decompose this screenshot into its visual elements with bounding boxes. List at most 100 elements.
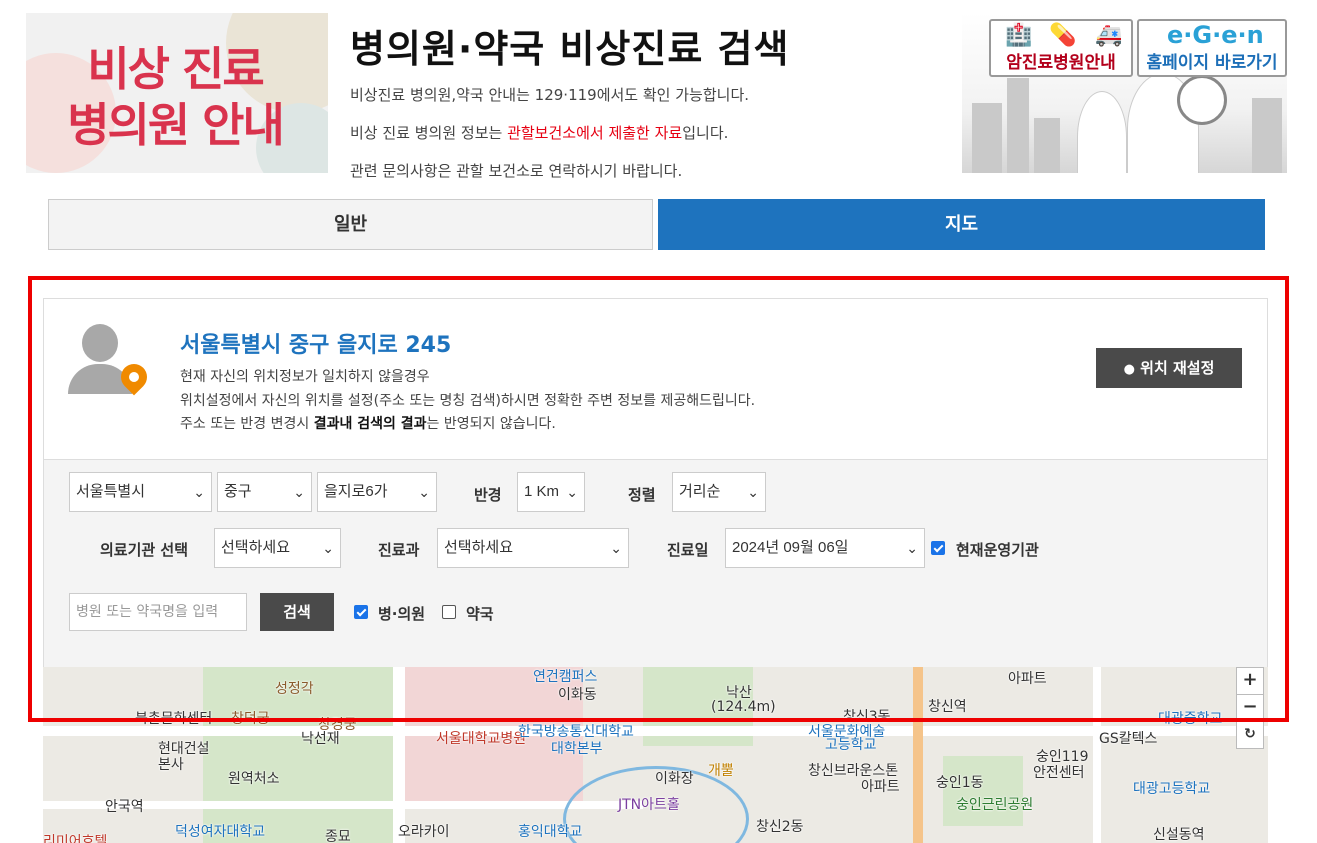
chevron-down-icon: ⌄ xyxy=(322,540,334,556)
operating-label: 현재운영기관 xyxy=(956,541,1039,559)
banner-text: 비상 진료 병의원 안내 xyxy=(67,42,285,152)
reset-location-label: 위치 재설정 xyxy=(1140,359,1215,377)
district-value: 중구 xyxy=(224,483,252,500)
institution-value: 선택하세요 xyxy=(221,539,291,556)
map-label: 오라카이 xyxy=(398,824,450,840)
chevron-down-icon: ⌄ xyxy=(193,484,205,500)
city-select[interactable]: 서울특별시 ⌄ xyxy=(69,472,212,512)
map-label: 덕성여자대학교 xyxy=(175,824,266,840)
map-label: 고등학교 xyxy=(825,737,877,753)
city-value: 서울특별시 xyxy=(76,483,146,500)
ambulance-icon: 🚑 xyxy=(1095,23,1123,48)
cancer-hospital-label: 암진료병원안내 xyxy=(1006,53,1116,73)
search-input[interactable] xyxy=(69,593,247,631)
chevron-down-icon: ⌄ xyxy=(566,484,578,500)
zoom-out-button[interactable]: − xyxy=(1236,694,1264,722)
page-title: 병의원·약국 비상진료 검색 xyxy=(350,27,790,71)
radius-value: 1 Km xyxy=(524,483,560,500)
chevron-down-icon: ⌄ xyxy=(747,484,759,500)
department-select[interactable]: 선택하세요 ⌄ xyxy=(437,528,629,568)
map-road xyxy=(43,726,1268,736)
building-shape xyxy=(1252,98,1282,173)
map-label: 서울대학교병원 xyxy=(436,731,527,747)
map-label: 홍익대학교 xyxy=(518,824,583,840)
map-label: 신설동역 xyxy=(1153,827,1205,843)
map-label: 원역처소 xyxy=(228,771,280,787)
map-label: 대학본부 xyxy=(551,741,603,757)
tab-map-label: 지도 xyxy=(944,214,979,235)
dong-value: 을지로6가 xyxy=(324,483,388,500)
location-desc-1: 현재 자신의 위치정보가 일치하지 않을경우 xyxy=(180,369,430,385)
map-label: 이화동 xyxy=(558,687,597,703)
chevron-down-icon: ⌄ xyxy=(906,540,918,556)
zoom-in-button[interactable]: + xyxy=(1236,667,1264,695)
emergency-banner-image: 비상 진료 병의원 안내 xyxy=(26,13,328,173)
map-view[interactable]: 연건캠퍼스 이화동 낙산 (124.4m) 아파트 창신역 성정각 서울대학교병… xyxy=(43,666,1268,843)
map-label: 북촌문화센터 xyxy=(135,711,213,727)
map-road xyxy=(1093,666,1101,843)
map-pin-icon: ● xyxy=(1123,362,1135,377)
map-label: (124.4m) xyxy=(711,699,776,715)
map-label: 안전센터 xyxy=(1033,765,1085,781)
operating-checkbox[interactable] xyxy=(931,541,945,555)
map-label: 대광중학교 xyxy=(1158,711,1223,727)
institution-select[interactable]: 선택하세요 ⌄ xyxy=(214,528,341,568)
desc-text: 주소 또는 반경 변경시 xyxy=(180,416,314,432)
pharmacy-checkbox[interactable] xyxy=(442,605,456,619)
map-label: 낙선재 xyxy=(301,731,340,747)
map-label: 이화장 xyxy=(655,771,694,787)
medicine-icon: 💊 xyxy=(1049,23,1077,48)
info-text: 입니다. xyxy=(682,124,729,142)
search-button[interactable]: 검색 xyxy=(260,593,334,631)
homepage-label: 홈페이지 바로가기 xyxy=(1146,53,1278,73)
building-shape xyxy=(1007,78,1029,173)
department-label: 진료과 xyxy=(378,541,420,559)
map-label: 개뿔 xyxy=(708,763,734,779)
map-label: 창신3동 xyxy=(843,709,891,725)
info-line-1: 비상진료 병의원,약국 안내는 129·119에서도 확인 가능합니다. xyxy=(350,86,750,104)
tab-map[interactable]: 지도 xyxy=(658,199,1265,250)
date-label: 진료일 xyxy=(667,541,709,559)
map-label: GS칼텍스 xyxy=(1099,731,1158,747)
info-line-2: 비상 진료 병의원 정보는 관할보건소에서 제출한 자료입니다. xyxy=(350,122,728,143)
tab-general[interactable]: 일반 xyxy=(48,199,653,250)
info-line-3: 관련 문의사항은 관할 보건소로 연락하시기 바랍니다. xyxy=(350,162,683,180)
user-location-avatar xyxy=(68,324,153,396)
egen-logo-icon: e·G·e·n xyxy=(1167,21,1264,49)
date-value: 2024년 09월 06일 xyxy=(732,539,849,556)
map-label: 성정각 xyxy=(275,681,314,697)
map-label: 연건캠퍼스 xyxy=(533,669,598,685)
map-label: 리미어호텔 xyxy=(43,834,108,843)
map-road xyxy=(393,666,405,843)
sort-select[interactable]: 거리순 ⌄ xyxy=(672,472,766,512)
desc-text: 는 반영되지 않습니다. xyxy=(426,416,556,432)
info-text: 비상 진료 병의원 정보는 xyxy=(350,124,508,142)
district-select[interactable]: 중구 ⌄ xyxy=(217,472,312,512)
hospital-checkbox[interactable] xyxy=(354,605,368,619)
map-label: 본사 xyxy=(158,757,184,773)
sort-value: 거리순 xyxy=(679,483,721,500)
date-select[interactable]: 2024년 09월 06일 ⌄ xyxy=(725,528,925,568)
radius-label: 반경 xyxy=(474,486,502,504)
map-label: 숭인근린공원 xyxy=(956,797,1034,813)
radius-select[interactable]: 1 Km ⌄ xyxy=(517,472,585,512)
desc-bold: 결과내 검색의 결과 xyxy=(313,416,427,432)
homepage-button[interactable]: e·G·e·n 홈페이지 바로가기 xyxy=(1137,19,1287,77)
department-value: 선택하세요 xyxy=(444,539,514,556)
pin-dot xyxy=(126,369,142,385)
institution-label: 의료기관 선택 xyxy=(100,541,189,559)
reset-location-button[interactable]: ● 위치 재설정 xyxy=(1096,348,1242,388)
chevron-down-icon: ⌄ xyxy=(293,484,305,500)
map-label: 창덕궁 xyxy=(231,711,270,727)
hospital-icon: 🏥 xyxy=(1005,23,1033,48)
dong-select[interactable]: 을지로6가 ⌄ xyxy=(317,472,437,512)
pharmacy-label: 약국 xyxy=(466,605,494,623)
map-label: 아파트 xyxy=(861,779,900,795)
hospital-label: 병·의원 xyxy=(378,605,426,623)
map-label: 안국역 xyxy=(105,799,144,815)
map-label: 창신2동 xyxy=(756,819,804,835)
clock-icon xyxy=(1177,75,1227,125)
cancer-hospital-button[interactable]: 🏥 💊 🚑 암진료병원안내 xyxy=(989,19,1133,77)
refresh-map-button[interactable]: ↻ xyxy=(1236,721,1264,749)
location-desc-2: 위치설정에서 자신의 위치를 설정(주소 또는 명칭 검색)하시면 정확한 주변… xyxy=(180,393,756,409)
